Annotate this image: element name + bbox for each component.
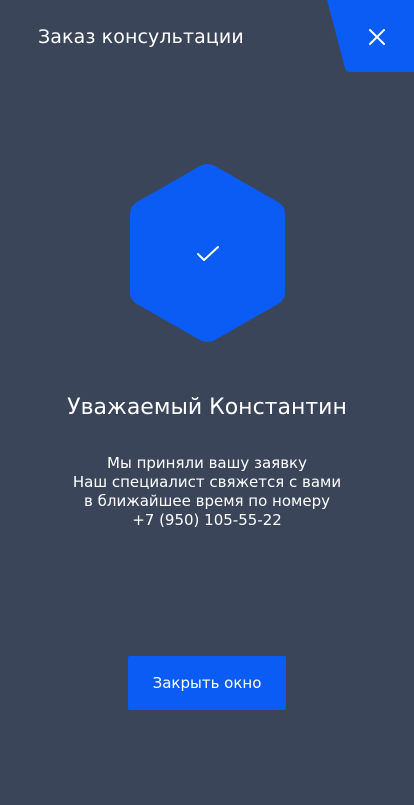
modal-title: Заказ консультации — [38, 26, 244, 48]
phone-number: +7 (950) 105-55-22 — [132, 511, 282, 529]
confirmation-message: Мы приняли вашу заявку Наш специалист св… — [0, 454, 414, 530]
close-window-button[interactable]: Закрыть окно — [128, 656, 286, 710]
message-line: Наш специалист свяжется с вами — [72, 473, 342, 491]
close-button-bg[interactable] — [327, 0, 414, 72]
message-line: в ближайшее время по номеру — [84, 492, 330, 510]
greeting-heading: Уважаемый Константин — [67, 395, 347, 420]
message-line: Мы приняли вашу заявку — [107, 454, 307, 472]
success-badge — [129, 163, 286, 343]
close-button[interactable] — [327, 0, 414, 72]
